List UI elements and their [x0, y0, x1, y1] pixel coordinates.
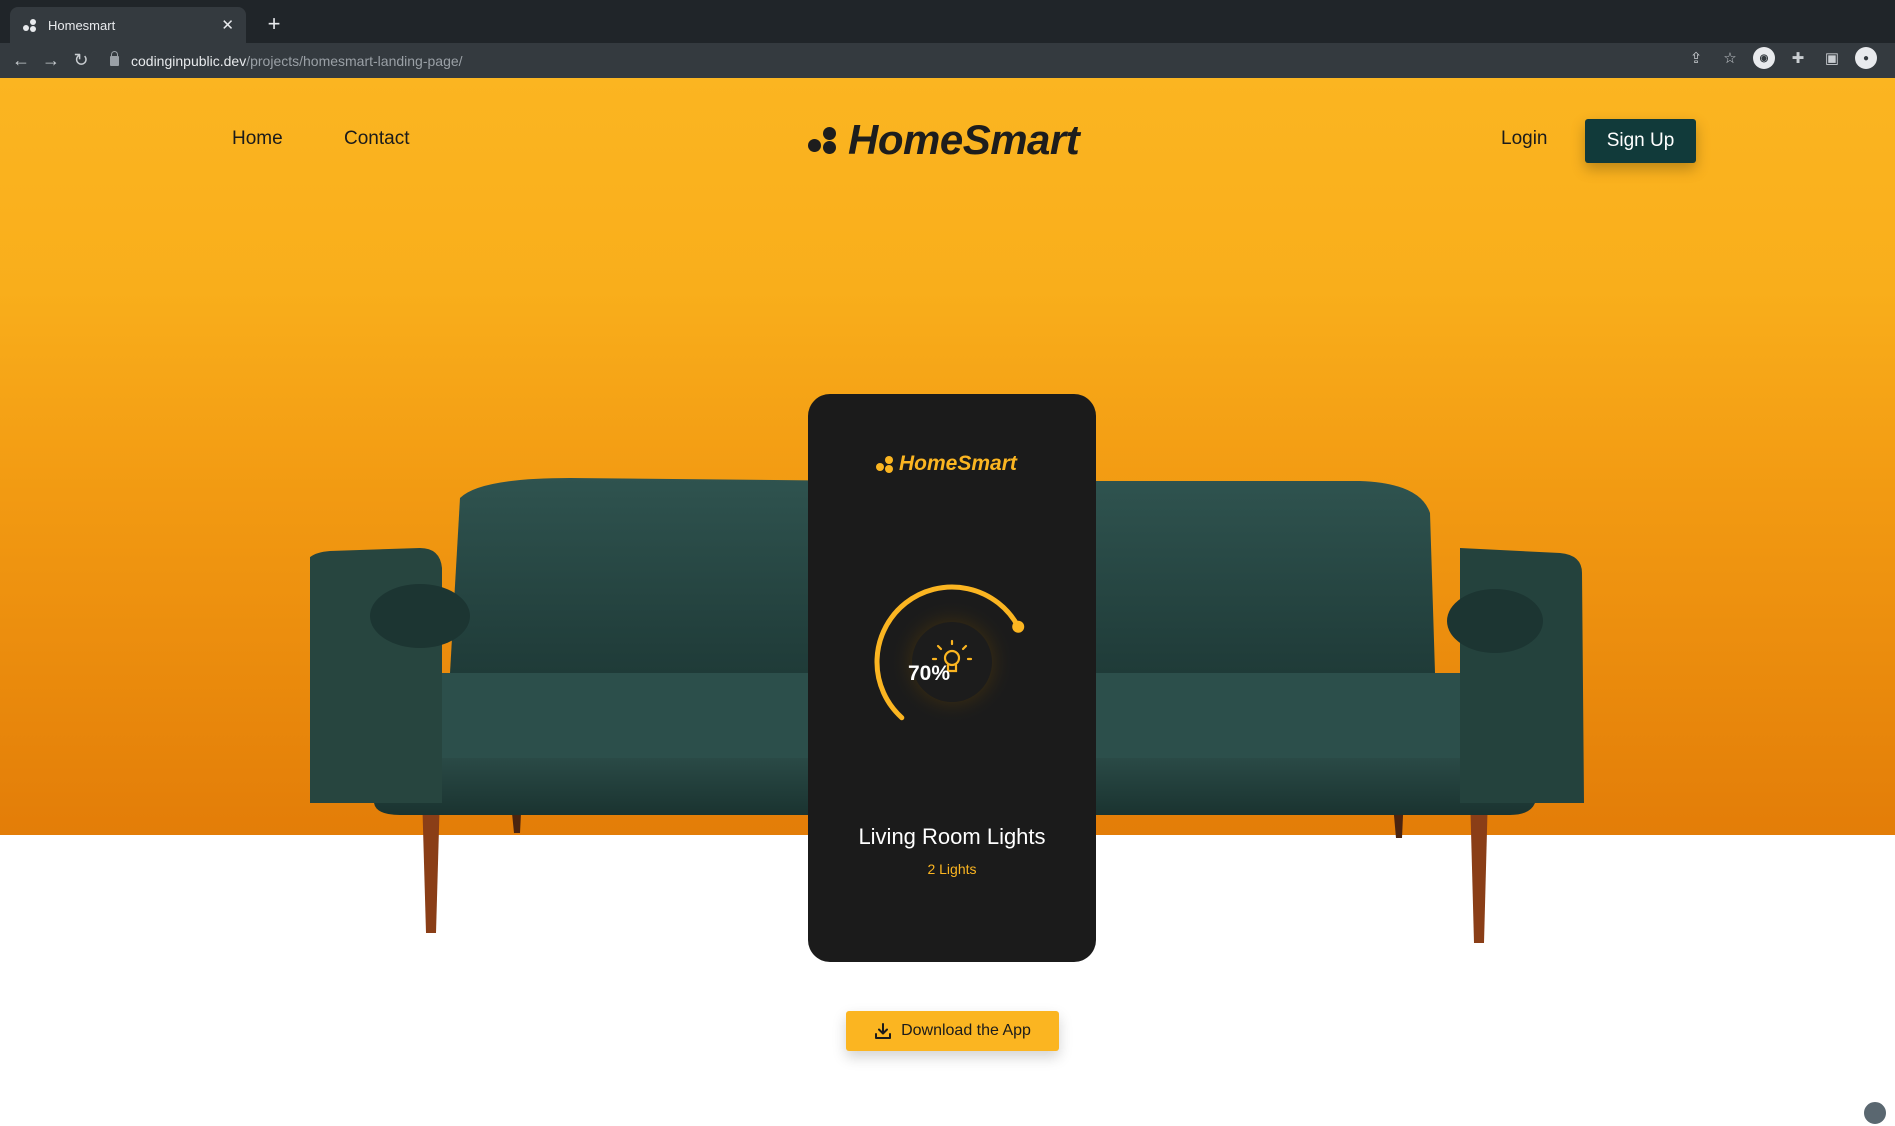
tab-title: Homesmart [48, 17, 116, 33]
dial-percent-label: 70% [908, 662, 951, 685]
homesmart-dots-icon [808, 124, 838, 156]
browser-tab[interactable]: Homesmart ✕ [10, 7, 246, 43]
login-link[interactable]: Login [1501, 128, 1548, 150]
landing-page: Home Contact HomeSmart Login Sign Up Hom… [0, 78, 1895, 1126]
tab-close-icon[interactable]: ✕ [221, 16, 234, 34]
extension-circle-icon[interactable]: ◉ [1753, 47, 1775, 69]
room-name: Living Room Lights [858, 824, 1046, 849]
browser-address-bar: ← → ↻ codinginpublic.dev/projects/homesm… [0, 43, 1895, 78]
signup-button[interactable]: Sign Up [1585, 119, 1696, 163]
phone-brand-name: HomeSmart [899, 452, 1017, 475]
homesmart-favicon-icon [22, 17, 38, 33]
url-domain: codinginpublic.dev [131, 52, 247, 69]
room-light-count: 2 Lights [927, 861, 977, 877]
nav-contact-link[interactable]: Contact [344, 128, 409, 150]
brand-name: HomeSmart [848, 116, 1080, 163]
reload-icon[interactable]: ↻ [66, 46, 96, 76]
phone-brand-logo: HomeSmart [876, 452, 1017, 476]
phone-mockup: HomeSmart 70% Living Room Lights 2 Light… [808, 394, 1096, 962]
brand-logo[interactable]: HomeSmart [808, 116, 1080, 164]
download-app-label: Download the App [901, 1022, 1031, 1039]
dial-knob[interactable] [1012, 620, 1025, 633]
side-panel-icon[interactable]: ▣ [1821, 47, 1843, 69]
homesmart-dots-icon [876, 454, 894, 474]
extensions-puzzle-icon[interactable]: ✚ [1787, 47, 1809, 69]
browser-tab-bar: Homesmart ✕ + [0, 0, 1895, 43]
nav-home-link[interactable]: Home [232, 128, 283, 150]
download-app-button[interactable]: Download the App [846, 1011, 1059, 1051]
url-path: /projects/homesmart-landing-page/ [246, 52, 463, 69]
back-arrow-icon[interactable]: ← [6, 46, 36, 76]
share-icon[interactable]: ⇪ [1685, 47, 1707, 69]
lock-icon [110, 50, 119, 66]
forward-arrow-icon[interactable]: → [36, 46, 66, 76]
url-field[interactable]: codinginpublic.dev/projects/homesmart-la… [110, 46, 1670, 75]
bookmark-star-icon[interactable]: ☆ [1719, 47, 1741, 69]
profile-avatar-icon[interactable]: ● [1855, 47, 1877, 69]
new-tab-button[interactable]: + [260, 10, 288, 38]
browser-toolbar-icons: ⇪ ☆ ◉ ✚ ▣ ● [1685, 47, 1877, 69]
download-icon [875, 1023, 892, 1039]
corner-avatar-icon[interactable] [1862, 1100, 1888, 1126]
